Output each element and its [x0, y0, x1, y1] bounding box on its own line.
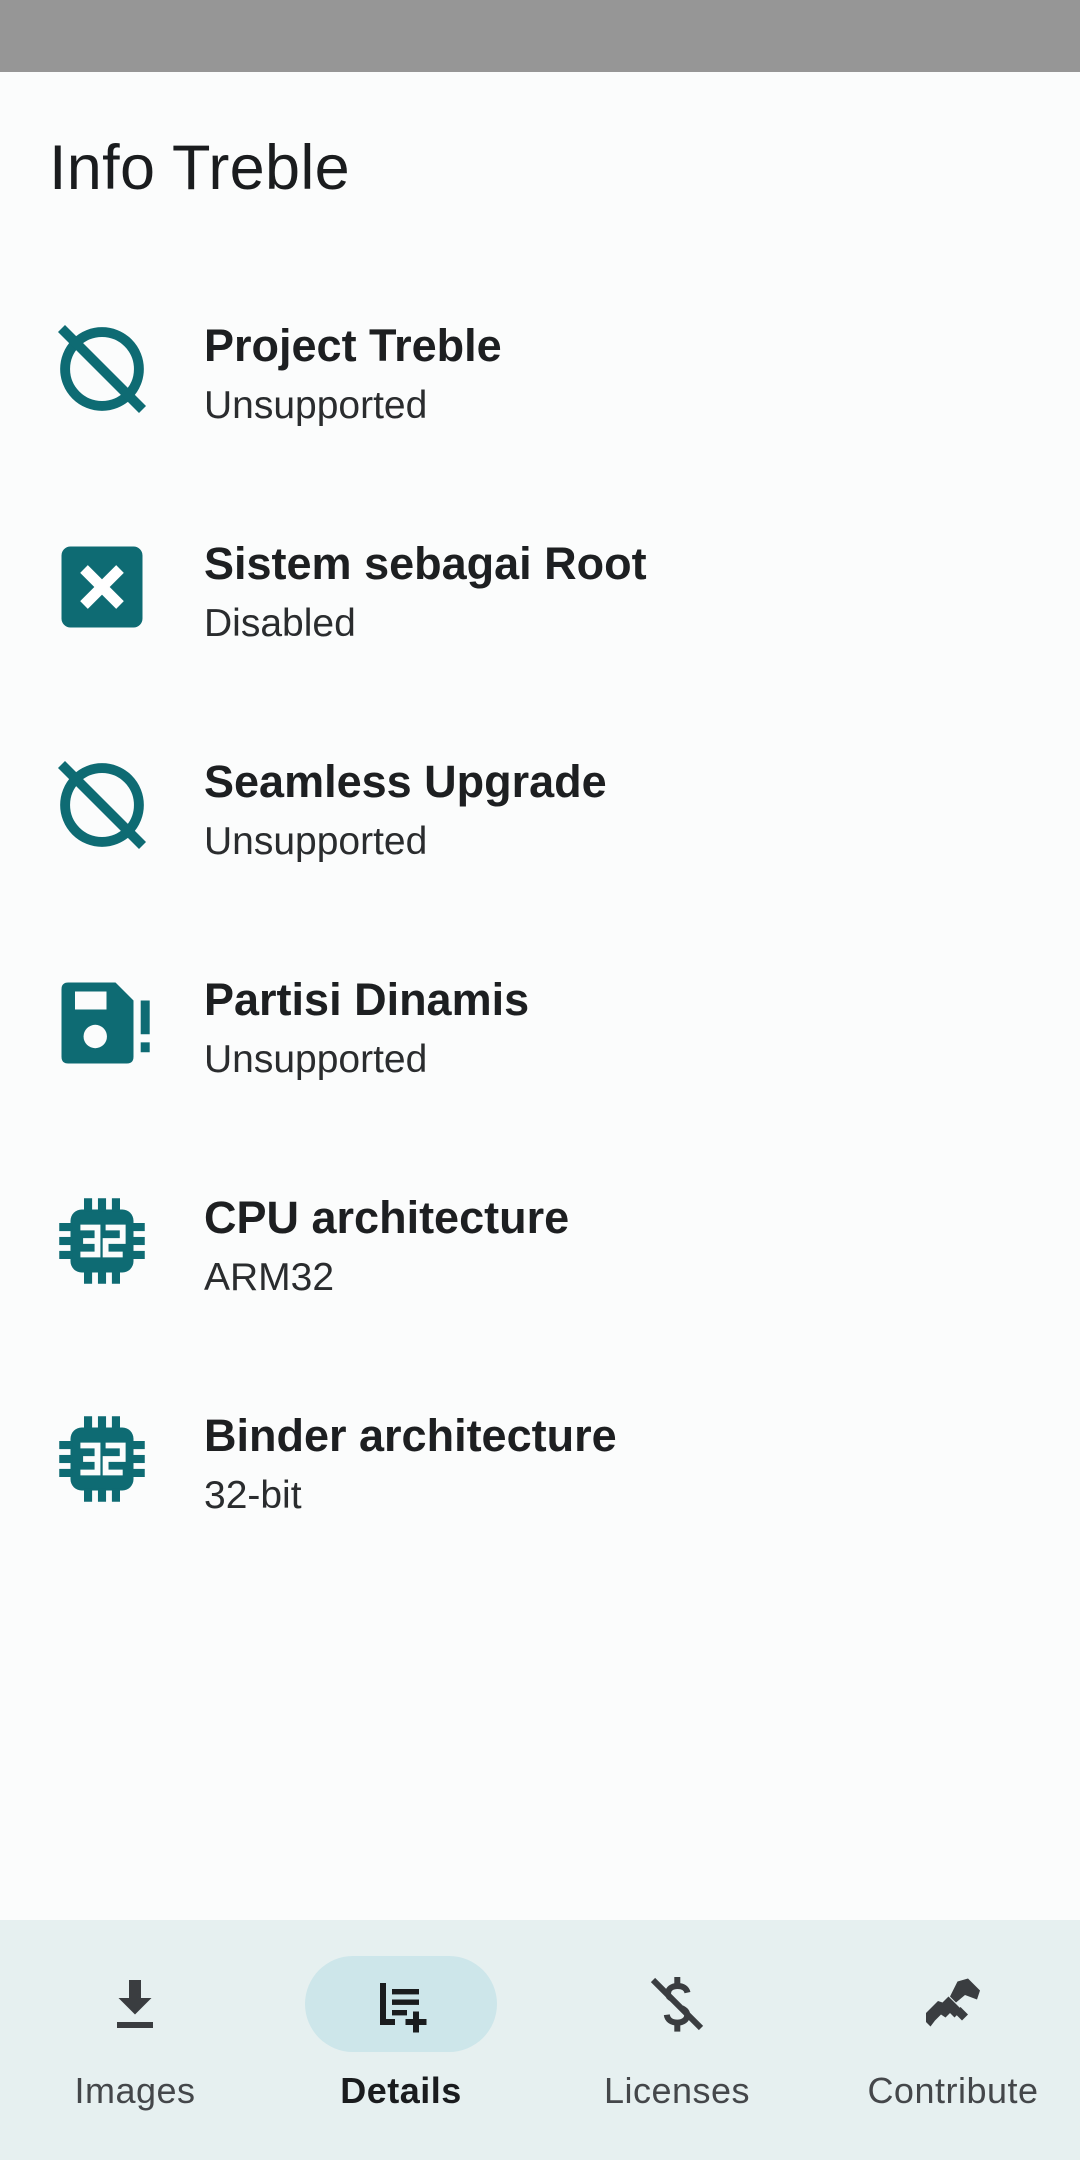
item-title: Binder architecture [204, 1410, 617, 1461]
item-subtitle: ARM32 [204, 1256, 335, 1299]
chip-32-icon [48, 1405, 156, 1513]
close-box-icon [48, 533, 156, 641]
item-subtitle: Unsupported [204, 1038, 428, 1081]
item-subtitle: Disabled [204, 602, 356, 645]
item-title: CPU architecture [204, 1192, 570, 1243]
nav-label: Licenses [603, 2070, 751, 2111]
list-item-binder-architecture[interactable]: Binder architecture 32-bit [0, 1390, 1080, 1608]
sd-card-alert-icon [48, 969, 156, 1077]
list-item-dynamic-partitions[interactable]: Partisi Dinamis Unsupported [0, 954, 1080, 1172]
playlist-add-icon [365, 1968, 437, 2040]
item-title: Project Treble [204, 320, 502, 371]
list-item-system-as-root[interactable]: Sistem sebagai Root Disabled [0, 518, 1080, 736]
item-title: Partisi Dinamis [204, 974, 530, 1025]
chip-32-icon [48, 1187, 156, 1295]
item-subtitle: Unsupported [204, 820, 428, 863]
status-bar [0, 0, 1080, 72]
page-title: Info Treble [49, 133, 350, 203]
nav-item-details[interactable]: Details [266, 1920, 536, 2160]
nav-label: Contribute [867, 2070, 1039, 2111]
item-subtitle: Unsupported [204, 384, 428, 427]
info-list: Project Treble Unsupported Sistem sebaga… [0, 300, 1080, 1608]
nav-label: Images [74, 2070, 196, 2111]
nav-item-licenses[interactable]: Licenses [542, 1920, 812, 2160]
handshake-icon [917, 1968, 989, 2040]
list-item-project-treble[interactable]: Project Treble Unsupported [0, 300, 1080, 518]
download-icon [99, 1968, 171, 2040]
list-item-cpu-architecture[interactable]: CPU architecture ARM32 [0, 1172, 1080, 1390]
nav-label: Details [340, 2070, 462, 2111]
block-icon [48, 751, 156, 859]
nav-item-images[interactable]: Images [0, 1920, 270, 2160]
money-off-icon [641, 1968, 713, 2040]
block-icon [48, 315, 156, 423]
item-subtitle: 32-bit [204, 1474, 302, 1517]
list-item-seamless-upgrade[interactable]: Seamless Upgrade Unsupported [0, 736, 1080, 954]
item-title: Seamless Upgrade [204, 756, 607, 807]
item-title: Sistem sebagai Root [204, 538, 647, 589]
bottom-navigation: Images Details Licenses Contribute [0, 1920, 1080, 2160]
nav-item-contribute[interactable]: Contribute [818, 1920, 1080, 2160]
